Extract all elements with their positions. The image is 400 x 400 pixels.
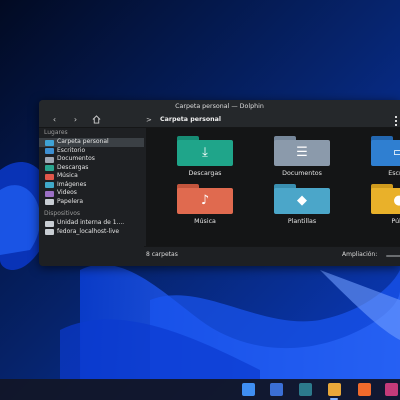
folder-label: Plantillas [287,218,317,225]
discover-icon[interactable] [270,383,283,396]
folder-item[interactable]: ☰ Documentos [267,136,337,177]
folder-label: Música [194,218,216,225]
videos-icon [45,190,54,197]
folder-item[interactable]: ● Públi [364,184,400,225]
person-icon: ● [393,193,400,208]
folder-icon: ◆ [274,184,330,214]
sidebar-device-label: Unidad interna de 1.... [57,219,125,226]
start-menu-icon[interactable] [242,383,255,396]
downloads-icon [45,165,54,171]
window-title[interactable]: Carpeta personal — Dolphin [39,100,400,113]
folder-item[interactable]: ◆ Plantillas [267,184,337,225]
sidebar-place-label: Escritorio [57,146,86,154]
sidebar-place-label: Papelera [57,197,84,205]
sidebar-device-0[interactable]: Unidad interna de 1.... [39,219,144,228]
folder-item[interactable]: ⤓ Descargas [170,136,240,177]
sidebar-place-0[interactable]: Carpeta personal [39,138,144,147]
folder-icon: ☰ [274,136,330,166]
sidebar-place-4[interactable]: Música [39,172,144,181]
places-panel: Lugares Carpeta personal Escritorio Docume… [39,128,144,266]
file-view: ⤓ Descargas ☰ Documentos ▭ Escrito ♪ Música ◆ Pla… [146,128,400,246]
sidebar-place-2[interactable]: Documentos [39,155,144,164]
desktop-icon: ▭ [392,145,400,160]
sidebar-place-3[interactable]: Descargas [39,164,144,173]
chevron-right-icon: › [73,115,78,124]
sidebar-place-label: Documentos [57,155,95,162]
taskbar [0,379,400,400]
status-bar: 8 carpetas Ampliación: [144,246,400,266]
folder-item[interactable]: ▭ Escrito [364,136,400,177]
system-settings-icon[interactable] [299,383,312,396]
sidebar-place-6[interactable]: Videos [39,189,144,198]
folder-label: Documentos [282,170,322,177]
folder-label: Descargas [188,170,222,177]
drive-icon [45,229,54,235]
home-folder-icon [45,139,54,146]
document-lines-icon: ☰ [296,145,308,160]
back-button[interactable]: ‹ [49,114,60,125]
sidebar-place-label: Descargas [57,163,89,171]
music-note-icon: ♪ [200,193,210,208]
zoom-label: Ampliación: [342,251,378,258]
sidebar-place-1[interactable]: Escritorio [39,147,144,156]
documents-icon [45,156,54,163]
dolphin-window: Carpeta personal — Dolphin ‹ › > Carpeta… [39,100,400,266]
sidebar-device-label: fedora_localhost-live [57,227,120,235]
download-arrow-icon: ⤓ [202,145,208,160]
home-button[interactable] [91,114,102,125]
pictures-icon [45,182,54,188]
folder-icon: ♪ [177,184,233,214]
sidebar-place-label: Videos [57,189,77,196]
desktop-icon [45,148,54,154]
folder-icon: ▭ [371,136,400,166]
drive-icon [45,220,54,227]
folder-item[interactable]: ♪ Música [170,184,240,225]
folder-count: 8 carpetas [146,251,178,258]
folder-icon: ⤓ [177,136,233,166]
dolphin-folder-icon[interactable] [328,383,341,396]
hamburger-menu-button[interactable] [393,114,399,126]
breadcrumb-current[interactable]: Carpeta personal [160,114,221,126]
template-cube-icon: ◆ [297,193,307,208]
sidebar-place-label: Carpeta personal [57,138,109,145]
folder-icon: ● [371,184,400,214]
forward-button[interactable]: › [70,114,81,125]
devices-heading: Dispositivos [44,210,81,217]
zoom-slider[interactable] [386,255,400,257]
devices-list: Unidad interna de 1.... fedora_localhost-… [39,219,144,236]
music-icon [45,173,54,180]
places-list: Carpeta personal Escritorio Documentos Desc… [39,138,144,206]
breadcrumb-separator: > [146,116,152,124]
folder-label: Escrito [388,170,400,177]
sidebar-place-label: Música [57,172,78,179]
places-heading: Lugares [44,129,68,136]
sidebar-place-7[interactable]: Papelera [39,198,144,207]
folder-label: Públi [391,218,400,225]
sidebar-device-1[interactable]: fedora_localhost-live [39,228,144,237]
sidebar-place-label: Imágenes [57,180,87,188]
chevron-left-icon: ‹ [52,115,57,124]
home-icon [92,115,101,124]
firefox-icon[interactable] [358,383,371,396]
sidebar-place-5[interactable]: Imágenes [39,181,144,190]
app-icon[interactable] [385,383,398,396]
toolbar: ‹ › > Carpeta personal [39,113,400,128]
trash-icon [45,199,54,205]
